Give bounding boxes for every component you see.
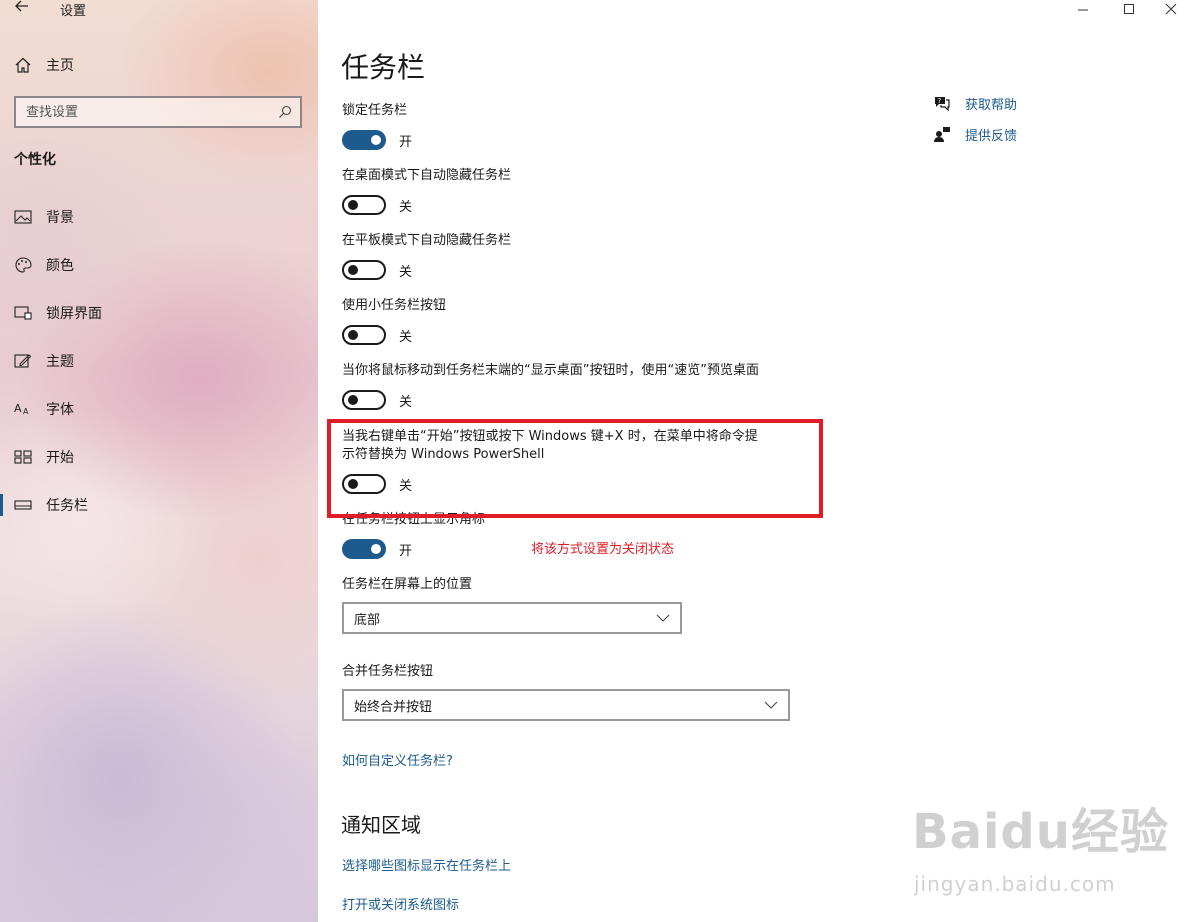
- customize-taskbar-link[interactable]: 如何自定义任务栏?: [342, 750, 453, 769]
- toggle-state-label: 开: [399, 543, 413, 559]
- palette-icon: [13, 255, 33, 275]
- position-dropdown[interactable]: 底部: [342, 602, 682, 634]
- sidebar-item-fonts[interactable]: AA 字体: [0, 397, 318, 421]
- setting-autohide-desktop-label: 在桌面模式下自动隐藏任务栏: [342, 168, 512, 183]
- get-help-label: 获取帮助: [965, 97, 1018, 113]
- setting-small-buttons-label: 使用小任务栏按钮: [342, 298, 447, 313]
- start-icon: [13, 447, 33, 467]
- toggle-state-label: 开: [399, 134, 413, 150]
- window-title: 设置: [60, 4, 87, 19]
- section-title: 个性化: [14, 152, 56, 168]
- badges-toggle[interactable]: [342, 539, 386, 559]
- sidebar-item-label: 颜色: [46, 258, 74, 274]
- minimize-button[interactable]: [1060, 0, 1106, 18]
- small-buttons-toggle[interactable]: [342, 325, 386, 345]
- highlight-box: [327, 419, 823, 518]
- notification-area-title: 通知区域: [341, 813, 421, 837]
- close-button[interactable]: [1148, 0, 1194, 18]
- minimize-icon: [1078, 9, 1088, 11]
- chevron-down-icon: [764, 701, 778, 709]
- svg-text:A: A: [23, 407, 29, 416]
- peek-toggle[interactable]: [342, 390, 386, 410]
- sidebar-item-label: 任务栏: [46, 498, 88, 514]
- setting-autohide-desktop-row: 关: [342, 194, 412, 216]
- font-icon: AA: [13, 399, 33, 419]
- chevron-down-icon: [656, 614, 670, 622]
- position-dropdown-value: 底部: [354, 612, 381, 628]
- toggle-state-label: 关: [399, 394, 413, 410]
- setting-lock-taskbar-label: 锁定任务栏: [342, 103, 408, 118]
- toggle-state-label: 关: [399, 264, 413, 280]
- setting-autohide-tablet-label: 在平板模式下自动隐藏任务栏: [342, 233, 512, 248]
- sidebar-item-colors[interactable]: 颜色: [0, 253, 318, 277]
- sidebar-item-label: 开始: [46, 450, 74, 466]
- autohide-tablet-toggle[interactable]: [342, 260, 386, 280]
- maximize-button[interactable]: [1106, 0, 1152, 18]
- lock-screen-icon: [13, 303, 33, 323]
- select-icons-link[interactable]: 选择哪些图标显示在任务栏上: [342, 855, 511, 874]
- back-arrow-icon: [15, 0, 28, 12]
- feedback-link[interactable]: 提供反馈: [933, 124, 1017, 144]
- watermark-logo: Baidu经验: [912, 804, 1169, 860]
- page-title: 任务栏: [341, 51, 426, 84]
- svg-text:?: ?: [938, 97, 942, 105]
- autohide-desktop-toggle[interactable]: [342, 195, 386, 215]
- watermark-site: jingyan.baidu.com: [914, 872, 1116, 896]
- sidebar-item-label: 字体: [46, 402, 74, 418]
- help-chat-icon: ?: [933, 94, 951, 112]
- combine-dropdown[interactable]: 始终合并按钮: [342, 689, 790, 721]
- combine-label: 合并任务栏按钮: [342, 664, 434, 679]
- sidebar-item-label: 背景: [46, 210, 74, 226]
- maximize-icon: [1124, 4, 1134, 14]
- annotation-text: 将该方式设置为关闭状态: [531, 542, 675, 557]
- get-help-link[interactable]: ? 获取帮助: [933, 93, 1017, 113]
- lock-taskbar-toggle[interactable]: [342, 130, 386, 150]
- taskbar-icon: [13, 495, 33, 515]
- svg-text:A: A: [14, 402, 22, 415]
- search-box[interactable]: [14, 96, 302, 128]
- setting-lock-taskbar-row: 开: [342, 129, 412, 151]
- setting-peek-label: 当你将鼠标移动到任务栏末端的“显示桌面”按钮时，使用“速览”预览桌面: [342, 363, 759, 378]
- picture-icon: [13, 207, 33, 227]
- sidebar-item-start[interactable]: 开始: [0, 445, 318, 469]
- toggle-state-label: 关: [399, 329, 413, 345]
- search-input[interactable]: [26, 104, 266, 120]
- sidebar-item-themes[interactable]: 主题: [0, 349, 318, 373]
- sidebar-item-label: 锁屏界面: [46, 306, 102, 322]
- toggle-state-label: 关: [399, 199, 413, 215]
- sidebar: 设置 主页 个性化 背景 颜色 锁屏界面 主题 AA 字体 开始 任务栏: [0, 0, 318, 922]
- setting-peek-row: 关: [342, 389, 412, 411]
- sidebar-item-label: 主题: [46, 354, 74, 370]
- setting-autohide-tablet-row: 关: [342, 259, 412, 281]
- setting-small-buttons-row: 关: [342, 324, 412, 346]
- home-icon: [15, 57, 31, 73]
- setting-badges-row: 开: [342, 538, 412, 560]
- system-icons-link[interactable]: 打开或关闭系统图标: [342, 894, 459, 913]
- combine-dropdown-value: 始终合并按钮: [354, 699, 433, 715]
- position-label: 任务栏在屏幕上的位置: [342, 577, 473, 592]
- nav-home[interactable]: 主页: [14, 54, 74, 76]
- nav-home-label: 主页: [46, 58, 74, 74]
- back-button[interactable]: [14, 0, 34, 18]
- sidebar-item-background[interactable]: 背景: [0, 205, 318, 229]
- sidebar-item-lock-screen[interactable]: 锁屏界面: [0, 301, 318, 325]
- watermark: Baidu经验 jingyan.baidu.com: [912, 792, 1182, 922]
- close-icon: [1165, 3, 1177, 15]
- theme-icon: [13, 351, 33, 371]
- feedback-icon: [933, 125, 951, 143]
- feedback-label: 提供反馈: [965, 128, 1018, 144]
- search-icon[interactable]: [278, 105, 292, 119]
- sidebar-item-taskbar[interactable]: 任务栏: [0, 493, 318, 517]
